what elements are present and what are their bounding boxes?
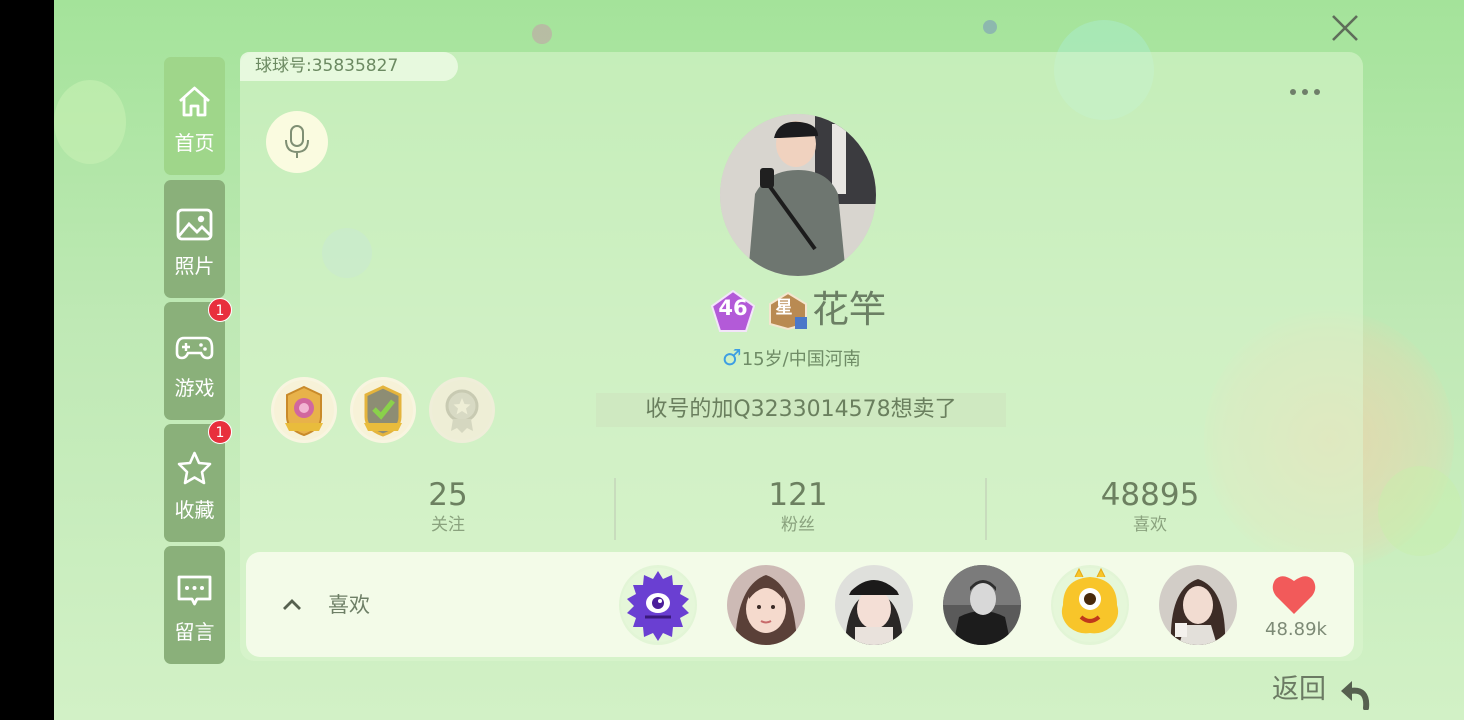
sidebar-item-favorites[interactable]: 收藏 1 (164, 420, 232, 542)
sidebar-item-label: 照片 (174, 254, 215, 278)
bokeh-decoration (54, 80, 126, 164)
stat-value: 121 (768, 477, 828, 513)
liker-avatar[interactable] (835, 565, 913, 645)
liker-avatar[interactable] (1051, 565, 1129, 645)
signature-text: 收号的加Q3233014578想卖了 (596, 393, 1006, 427)
star-icon (174, 448, 215, 489)
likes-title: 喜欢 (328, 593, 370, 617)
medal-check-icon (353, 380, 413, 440)
more-dots-icon (1290, 89, 1296, 95)
more-button[interactable] (1290, 80, 1330, 95)
level-value: 46 (718, 296, 748, 320)
screen: 首页 照片 游戏 1 收藏 1 留言 球球号:35835827 46 星 花竿 … (54, 0, 1464, 720)
sidebar-item-label: 首页 (174, 131, 215, 155)
medal-locked-icon (432, 380, 492, 440)
more-dots-icon (1314, 89, 1320, 95)
home-icon (174, 81, 215, 122)
sidebar-item-messages[interactable]: 留言 (164, 546, 225, 664)
message-icon (174, 570, 215, 611)
more-dots-icon (1302, 89, 1308, 95)
back-label: 返回 (1272, 674, 1326, 705)
sidebar-item-games[interactable]: 游戏 1 (164, 298, 232, 420)
star-rank-label: 星 (775, 298, 793, 318)
liker-avatar[interactable] (943, 565, 1021, 645)
avatar[interactable] (720, 114, 876, 276)
like-count: 48.89k (1265, 619, 1327, 640)
bokeh-decoration (532, 24, 552, 44)
collapse-button[interactable] (280, 592, 304, 616)
voice-button[interactable] (266, 111, 328, 173)
stat-label: 粉丝 (781, 515, 815, 535)
close-button[interactable] (1327, 10, 1363, 46)
stat-label: 喜欢 (1133, 515, 1167, 535)
medal-badge[interactable] (429, 377, 495, 443)
like-button[interactable] (1270, 572, 1318, 616)
liker-avatar[interactable] (727, 565, 805, 645)
sidebar-item-home[interactable]: 首页 (164, 57, 225, 175)
stat-value: 48895 (1100, 477, 1200, 513)
sidebar-item-label: 游戏 (174, 376, 215, 400)
return-arrow-icon (1338, 676, 1372, 711)
age-location: 15岁/中国河南 (741, 349, 861, 370)
stat-fans[interactable]: 121 粉丝 (738, 476, 858, 536)
divider (985, 478, 987, 540)
male-icon: ♂ (722, 346, 742, 371)
medal-lollipop-icon (274, 380, 334, 440)
name-row: 46 星 花竿 (704, 286, 1004, 334)
stat-following[interactable]: 25 关注 (388, 476, 508, 536)
photo-icon (174, 204, 215, 245)
medal-badge[interactable] (271, 377, 337, 443)
sidebar-item-label: 留言 (174, 620, 215, 644)
notification-badge: 1 (208, 298, 232, 322)
user-id-label: 球球号:35835827 (240, 52, 458, 81)
notification-badge: 1 (208, 420, 232, 444)
liker-avatar[interactable] (619, 565, 697, 645)
username: 花竿 (812, 288, 886, 331)
liker-avatar[interactable] (1159, 565, 1237, 645)
gamepad-icon (174, 326, 215, 367)
sidebar-item-photos[interactable]: 照片 (164, 180, 225, 298)
stat-likes[interactable]: 48895 喜欢 (1090, 476, 1210, 536)
stat-value: 25 (428, 477, 468, 513)
medal-badge[interactable] (350, 377, 416, 443)
chevron-up-icon (283, 599, 301, 610)
divider (614, 478, 616, 540)
user-info: ♂15岁/中国河南 (722, 346, 861, 373)
close-icon (1332, 15, 1358, 41)
heart-icon (1272, 576, 1316, 614)
bokeh-decoration (983, 20, 997, 34)
back-button[interactable]: 返回 (1272, 672, 1372, 712)
bokeh-decoration (1378, 466, 1462, 556)
sidebar-item-label: 收藏 (174, 498, 215, 522)
microphone-icon (285, 125, 309, 158)
stat-label: 关注 (431, 515, 465, 535)
